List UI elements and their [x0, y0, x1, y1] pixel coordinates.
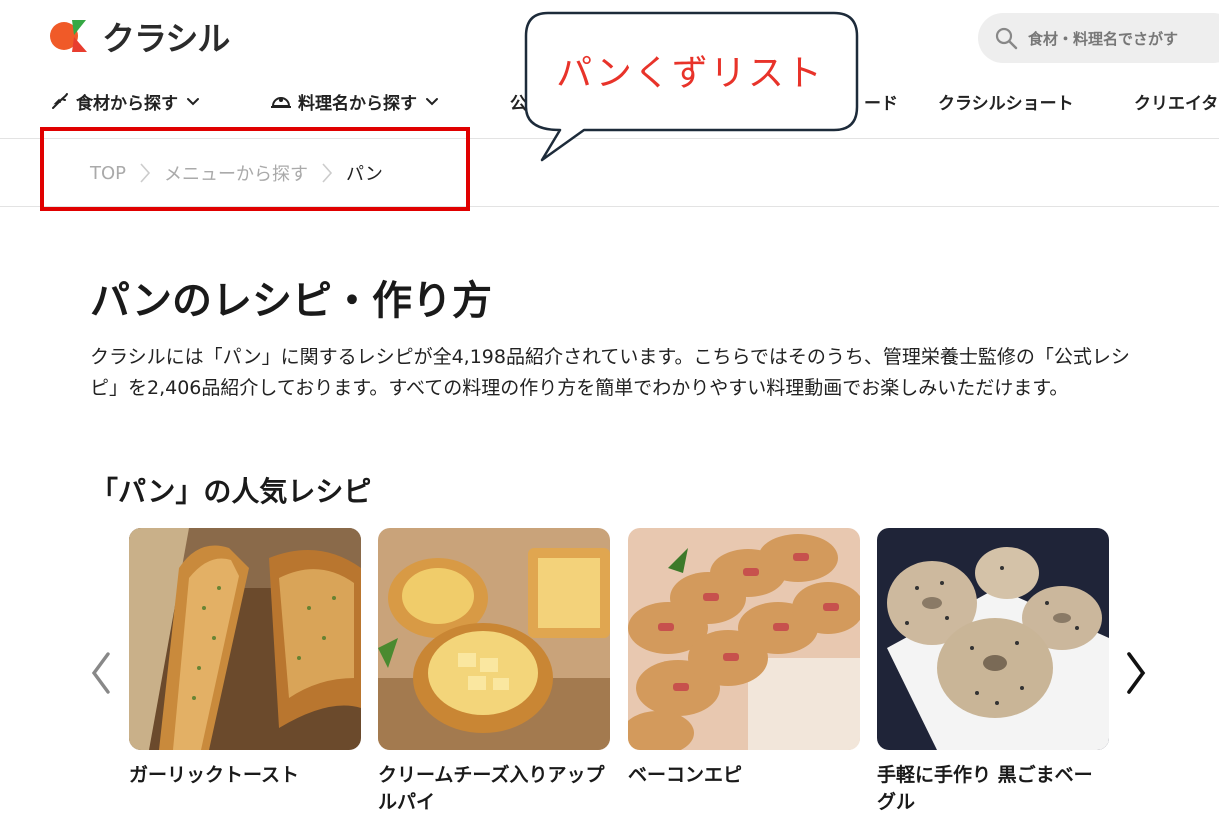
page-title: パンのレシピ・作り方	[90, 278, 492, 324]
popular-recipes-heading: 「パン」の人気レシピ	[90, 475, 372, 508]
chevron-right-icon[interactable]	[1122, 650, 1150, 696]
bacon-epi-image	[628, 528, 860, 750]
logo-text: クラシル	[102, 19, 230, 58]
recipe-title[interactable]: 手軽に手作り 黒ごまベーグル	[877, 762, 1109, 816]
apple-pie-image	[378, 528, 610, 750]
nav-item-label: 料理名から探す	[298, 93, 417, 114]
recipe-title[interactable]: ガーリックトースト	[129, 762, 361, 789]
recipe-thumbnail[interactable]	[378, 528, 610, 750]
intro-text: クラシルには「パン」に関するレシピが全4,198品紹介されています。こちらではそ…	[90, 346, 1130, 399]
chevron-down-icon	[187, 98, 199, 106]
callout-text: パンくずリスト	[556, 53, 824, 94]
recipe-card[interactable]: 手軽に手作り 黒ごまベーグル	[877, 528, 1109, 816]
recipe-card[interactable]: クリームチーズ入りアップルパイ	[378, 528, 610, 816]
nav-item-label: 食材から探す	[76, 93, 178, 114]
garlic-toast-image	[129, 528, 361, 750]
recipe-card[interactable]: ガーリックトースト	[129, 528, 361, 789]
chevron-down-icon	[426, 98, 438, 106]
recipe-thumbnail[interactable]	[877, 528, 1109, 750]
kurashiru-logo-icon	[50, 20, 87, 52]
recipe-thumbnail[interactable]	[129, 528, 361, 750]
nav-item-label: クラシルショート	[938, 93, 1074, 114]
nav-item-creators[interactable]: クリエイタ	[1134, 86, 1218, 116]
nav-item-ingredients[interactable]: 食材から探す	[50, 86, 202, 116]
search-icon	[995, 27, 1018, 50]
nav-item-label: クリエイタ	[1134, 93, 1219, 114]
recipe-title[interactable]: ベーコンエピ	[628, 762, 860, 789]
dish-icon	[271, 97, 291, 108]
nav-item-dishes[interactable]: 料理名から探す	[270, 86, 441, 116]
carrot-icon	[52, 93, 68, 109]
recipe-title[interactable]: クリームチーズ入りアップルパイ	[378, 762, 610, 816]
recipe-card[interactable]: ベーコンエピ	[628, 528, 860, 789]
search-input[interactable]: 食材・料理名でさがす	[978, 13, 1219, 63]
logo[interactable]: クラシル	[50, 16, 230, 58]
chevron-left-icon[interactable]	[88, 650, 114, 696]
nav-item-keyword[interactable]: ード	[864, 86, 898, 116]
nav-item-label: ード	[864, 93, 898, 114]
sesame-bagel-image	[877, 528, 1109, 750]
search-placeholder: 食材・料理名でさがす	[1028, 29, 1179, 48]
recipe-thumbnail[interactable]	[628, 528, 860, 750]
breadcrumb-highlight-box	[40, 127, 470, 211]
nav-item-shorts[interactable]: クラシルショート	[938, 86, 1074, 116]
